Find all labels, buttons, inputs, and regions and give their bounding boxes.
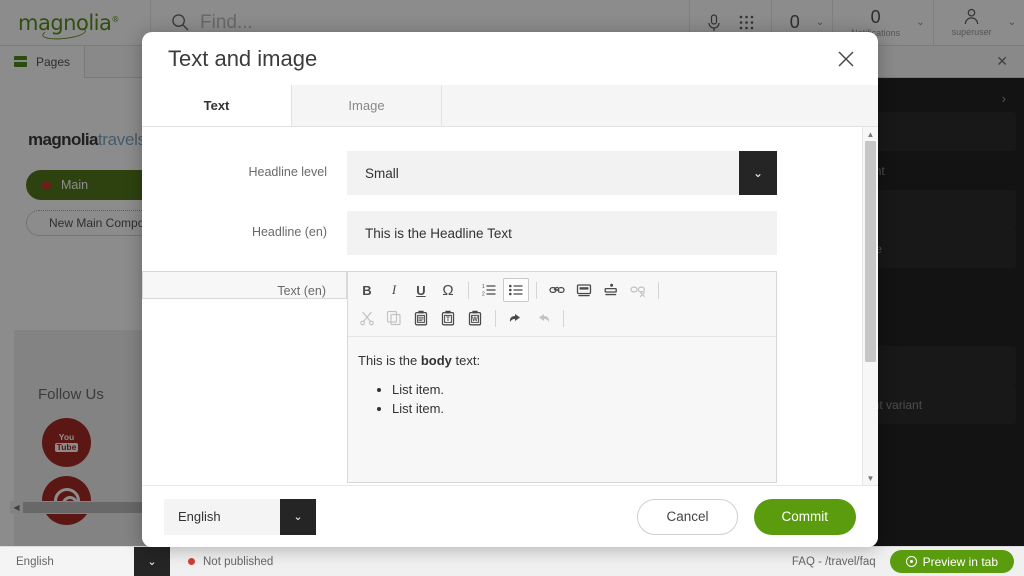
headline-level-value: Small <box>365 165 399 181</box>
dialog-actions: Cancel Commit <box>637 498 856 535</box>
paste-icon[interactable] <box>408 306 434 330</box>
rte-paragraph: This is the body text: <box>358 353 758 368</box>
undo-icon[interactable] <box>503 306 529 330</box>
paste-from-word-icon[interactable]: W <box>462 306 488 330</box>
rte-toolbar-row-2: TW <box>354 304 770 332</box>
field-headline-level: Headline level Small ⌄ <box>142 151 862 195</box>
rte-text-prefix: This is the <box>358 353 421 368</box>
headline-text-label: Headline (en) <box>251 225 327 239</box>
toolbar-separator <box>536 281 537 299</box>
unlink-icon <box>625 278 651 302</box>
bulleted-list-icon[interactable] <box>503 278 529 302</box>
chevron-down-icon[interactable]: ⌄ <box>280 498 316 535</box>
rte-text-bold: body <box>420 353 452 368</box>
dialog-form: Headline level Small ⌄ Headline (en) Thi… <box>142 127 862 485</box>
rte-toolbar: BIUΩ12 TW <box>348 272 776 337</box>
italic-icon-glyph: I <box>391 282 397 297</box>
close-icon[interactable] <box>836 49 856 69</box>
copy-icon <box>381 306 407 330</box>
toolbar-separator <box>563 309 564 327</box>
chevron-down-icon[interactable]: ⌄ <box>134 546 170 576</box>
dialog-body: Headline level Small ⌄ Headline (en) Thi… <box>142 127 878 485</box>
toolbar-separator <box>658 281 659 299</box>
underline-icon-glyph: U <box>416 282 426 298</box>
text-and-image-dialog: Text and image Text Image Headline level <box>142 32 878 547</box>
rte-toolbar-row-1: BIUΩ12 <box>354 276 770 304</box>
numbered-list-icon[interactable]: 12 <box>476 278 502 302</box>
language-select[interactable]: English ⌄ <box>164 498 316 535</box>
scroll-up-icon[interactable]: ▲ <box>863 127 878 141</box>
dialog-title: Text and image <box>168 45 318 71</box>
paste-as-text-icon[interactable]: T <box>435 306 461 330</box>
publication-status-label: Not published <box>203 555 274 568</box>
dialog-footer: English ⌄ Cancel Commit <box>142 485 878 547</box>
tab-filler <box>442 85 878 126</box>
publication-status: Not published <box>188 556 273 568</box>
italic-icon[interactable]: I <box>381 278 407 302</box>
dialog-tabs: Text Image <box>142 85 878 127</box>
eye-icon <box>905 556 917 567</box>
rte-content-area[interactable]: This is the body text: List item.List it… <box>348 337 776 482</box>
redo-icon <box>530 306 556 330</box>
status-dot-icon <box>188 558 195 565</box>
special-character-icon-glyph: Ω <box>442 281 454 299</box>
chevron-down-icon[interactable]: ⌄ <box>739 151 777 195</box>
dialog-header: Text and image <box>142 32 878 85</box>
special-character-icon[interactable]: Ω <box>435 278 461 302</box>
tab-image[interactable]: Image <box>292 85 442 126</box>
rich-text-editor: BIUΩ12 TW This is the body text: List it… <box>347 271 777 483</box>
status-language-value: English <box>16 555 54 568</box>
rte-list-item: List item. <box>392 382 758 397</box>
svg-text:1: 1 <box>482 284 485 290</box>
rte-bulleted-list: List item. List item. <box>392 382 758 416</box>
status-language-select[interactable]: English ⌄ <box>0 546 170 576</box>
toolbar-separator <box>468 281 469 299</box>
toolbar-separator <box>495 309 496 327</box>
page-path-label: FAQ - /travel/faq <box>791 555 876 568</box>
link-icon[interactable] <box>544 278 570 302</box>
svg-text:T: T <box>446 317 450 323</box>
svg-text:W: W <box>472 317 478 323</box>
scroll-down-icon[interactable]: ▼ <box>863 471 878 485</box>
headline-level-label: Headline level <box>248 165 327 179</box>
commit-button[interactable]: Commit <box>753 498 856 535</box>
anchor-link-icon[interactable] <box>598 278 624 302</box>
language-value: English <box>178 509 221 524</box>
dialog-scrollbar[interactable]: ▲ ▼ <box>862 127 878 485</box>
bold-icon-glyph: B <box>362 282 372 298</box>
screen: magnolia® Find... 0 ⌄ 0 Notifications ⌄ … <box>0 0 1024 576</box>
headline-text-input[interactable]: This is the Headline Text <box>347 211 777 255</box>
preview-in-tab-label: Preview in tab <box>922 554 998 569</box>
svg-text:2: 2 <box>482 292 485 298</box>
tab-image-label: Image <box>348 98 385 113</box>
headline-level-select[interactable]: Small ⌄ <box>347 151 777 195</box>
rte-text-suffix: text: <box>451 353 481 368</box>
scrollbar-track[interactable] <box>865 141 876 471</box>
tab-text[interactable]: Text <box>142 85 292 126</box>
text-field-label: Text (en) <box>142 271 347 299</box>
scrollbar-thumb[interactable] <box>865 141 876 363</box>
status-bar: English ⌄ Not published FAQ - /travel/fa… <box>0 546 1024 576</box>
underline-icon[interactable]: U <box>408 278 434 302</box>
tab-text-label: Text <box>203 98 230 113</box>
cancel-button[interactable]: Cancel <box>637 498 738 535</box>
cut-icon <box>354 306 380 330</box>
field-rich-text: Text (en) BIUΩ12 TW This is the body tex… <box>142 271 862 483</box>
preview-in-tab-button[interactable]: Preview in tab <box>889 550 1014 573</box>
field-headline-text: Headline (en) This is the Headline Text <box>142 211 862 255</box>
bold-icon[interactable]: B <box>354 278 380 302</box>
rte-list-item: List item. <box>392 401 758 416</box>
page-link-icon[interactable] <box>571 278 597 302</box>
